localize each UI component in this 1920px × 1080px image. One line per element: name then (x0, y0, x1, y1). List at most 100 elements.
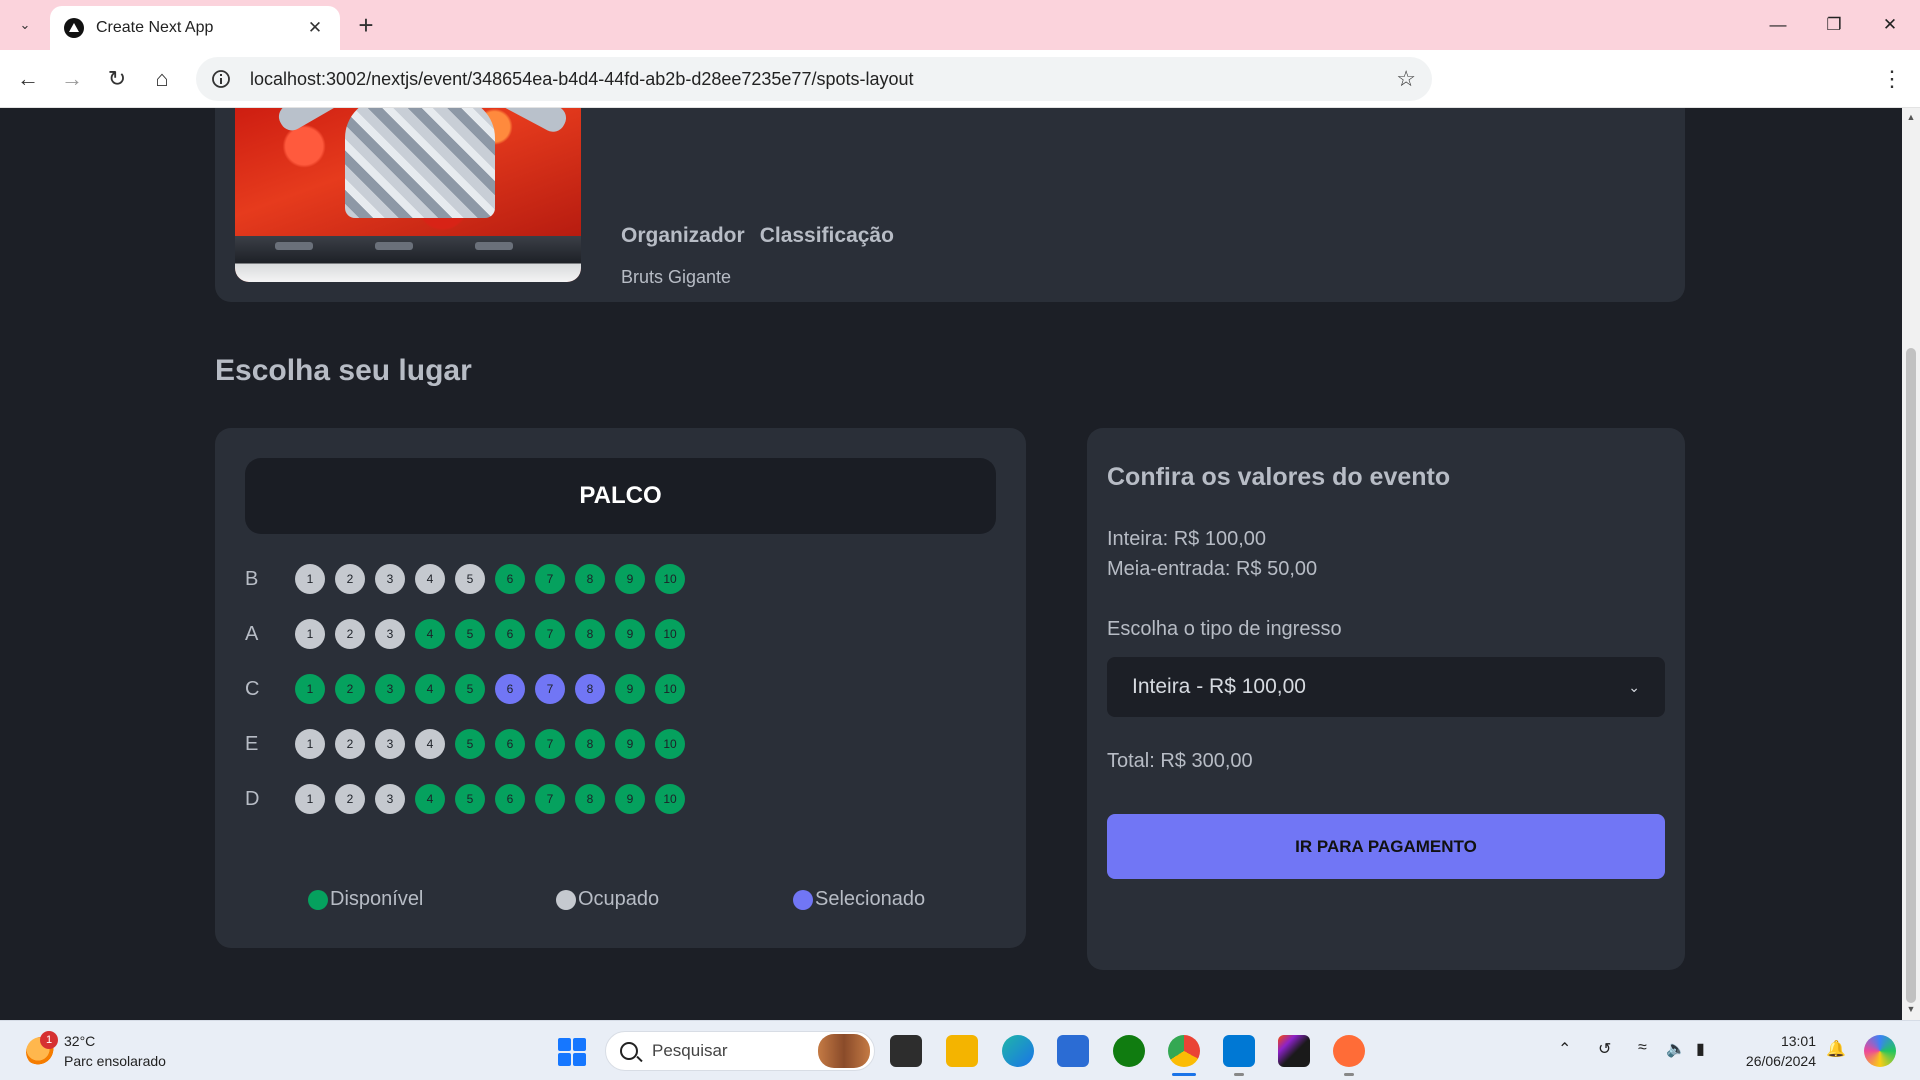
seat-occupied: 3 (375, 784, 405, 814)
seat-available[interactable]: 8 (575, 619, 605, 649)
address-bar[interactable]: localhost:3002/nextjs/event/348654ea-b4d… (196, 57, 1432, 101)
row-label: D (245, 787, 260, 810)
browser-tab[interactable]: Create Next App ✕ (50, 6, 340, 50)
seat-available[interactable]: 6 (495, 619, 525, 649)
seat-available[interactable]: 10 (655, 564, 685, 594)
postman-icon[interactable] (1333, 1035, 1365, 1067)
seat-occupied: 2 (335, 564, 365, 594)
wifi-icon[interactable]: ≈ (1638, 1039, 1647, 1057)
seat-available[interactable]: 4 (415, 619, 445, 649)
seat-occupied: 4 (415, 729, 445, 759)
xbox-icon[interactable] (1113, 1035, 1145, 1067)
minimize-button[interactable]: — (1750, 0, 1806, 50)
vscode-icon[interactable] (1223, 1035, 1255, 1067)
task-view-icon[interactable] (890, 1035, 922, 1067)
seat-map-card: PALCO B 1 2 3 4 5 6 7 8 9 10 A 1 2 3 4 5 6 7 8 9 10 C 1 2 3 4 5 6 7 8 9… (215, 428, 1026, 948)
bookmark-star-icon[interactable]: ☆ (1396, 66, 1416, 92)
clock[interactable]: 13:01 26/06/2024 (1738, 1031, 1816, 1071)
windows-start-icon[interactable] (558, 1038, 586, 1066)
seat-available[interactable]: 8 (575, 784, 605, 814)
vertical-scrollbar[interactable]: ▲ ▼ (1902, 108, 1920, 1020)
seat-available[interactable]: 7 (535, 729, 565, 759)
search-highlight-image (818, 1034, 870, 1068)
seat-available[interactable]: 9 (615, 564, 645, 594)
seat-available[interactable]: 4 (415, 784, 445, 814)
seat-occupied: 3 (375, 729, 405, 759)
intellij-icon[interactable] (1278, 1035, 1310, 1067)
new-tab-button[interactable]: + (350, 9, 382, 41)
browser-menu-button[interactable]: ⋮ (1876, 63, 1908, 95)
home-button[interactable]: ⌂ (146, 63, 178, 95)
seat-available[interactable]: 6 (495, 784, 525, 814)
seat-available[interactable]: 7 (535, 619, 565, 649)
forward-button[interactable]: → (56, 63, 88, 95)
seat-available[interactable]: 9 (615, 729, 645, 759)
close-window-button[interactable]: ✕ (1862, 0, 1918, 50)
seat-selected[interactable]: 6 (495, 674, 525, 704)
volume-icon[interactable]: 🔈 (1666, 1039, 1686, 1059)
seat-selected[interactable]: 8 (575, 674, 605, 704)
arrow-left-icon: ← (17, 66, 39, 91)
chrome-icon[interactable] (1168, 1035, 1200, 1067)
scroll-thumb[interactable] (1906, 348, 1916, 1003)
seat-available[interactable]: 5 (455, 784, 485, 814)
selected-dot-icon (793, 889, 813, 910)
seat-available[interactable]: 7 (535, 784, 565, 814)
seat-selected[interactable]: 7 (535, 674, 565, 704)
site-info-icon[interactable] (208, 66, 234, 92)
seat-available[interactable]: 10 (655, 619, 685, 649)
scroll-down-icon[interactable]: ▼ (1906, 1004, 1916, 1014)
seat-available[interactable]: 6 (495, 564, 525, 594)
seat-occupied: 4 (415, 564, 445, 594)
edge-icon[interactable] (1002, 1035, 1034, 1067)
seat-available[interactable]: 9 (615, 784, 645, 814)
seat-available[interactable]: 5 (455, 729, 485, 759)
seat-available[interactable]: 7 (535, 564, 565, 594)
seat-occupied: 5 (455, 564, 485, 594)
seat-available[interactable]: 3 (375, 674, 405, 704)
seat-available[interactable]: 8 (575, 729, 605, 759)
seat-row: C 1 2 3 4 5 6 7 8 9 10 (245, 674, 695, 704)
event-card: Organizador Classificação Bruts Gigante (215, 108, 1685, 302)
legend-available: Disponível (308, 888, 423, 911)
sync-icon[interactable]: ↺ (1598, 1039, 1611, 1059)
store-icon[interactable] (1057, 1035, 1089, 1067)
file-explorer-icon[interactable] (946, 1035, 978, 1067)
reload-icon: ↻ (107, 66, 127, 91)
close-tab-icon[interactable]: ✕ (304, 18, 326, 38)
seat-available[interactable]: 2 (335, 674, 365, 704)
time: 13:01 (1780, 1033, 1816, 1049)
seat-row: D 1 2 3 4 5 6 7 8 9 10 (245, 784, 695, 814)
go-to-payment-button[interactable]: IR PARA PAGAMENTO (1107, 814, 1665, 879)
restore-button[interactable]: ❐ (1806, 0, 1862, 50)
seat-available[interactable]: 9 (615, 674, 645, 704)
reload-button[interactable]: ↻ (101, 63, 133, 95)
organizer-name: Bruts Gigante (621, 267, 732, 287)
seat-available[interactable]: 9 (615, 619, 645, 649)
pricing-card: Confira os valores do evento Inteira: R$… (1087, 428, 1685, 970)
seat-available[interactable]: 10 (655, 784, 685, 814)
seat-available[interactable]: 5 (455, 674, 485, 704)
half-price: Meia-entrada: R$ 50,00 (1107, 558, 1318, 580)
url-text[interactable]: localhost:3002/nextjs/event/348654ea-b4d… (250, 69, 1396, 90)
tab-search-button[interactable]: ⌄ (9, 9, 41, 41)
legend-occupied: Ocupado (556, 888, 659, 911)
seat-available[interactable]: 6 (495, 729, 525, 759)
taskbar-search[interactable]: Pesquisar (605, 1031, 875, 1071)
seat-available[interactable]: 4 (415, 674, 445, 704)
ticket-type-select[interactable]: Inteira - R$ 100,00 ⌄ (1107, 657, 1665, 717)
seat-available[interactable]: 10 (655, 729, 685, 759)
nextjs-favicon-icon (64, 18, 84, 38)
seat-available[interactable]: 10 (655, 674, 685, 704)
seat-available[interactable]: 8 (575, 564, 605, 594)
seat-available[interactable]: 5 (455, 619, 485, 649)
notifications-bell-icon[interactable]: 🔔 (1826, 1039, 1846, 1059)
back-button[interactable]: ← (12, 63, 44, 95)
legend-available-label: Disponível (330, 888, 424, 910)
scroll-up-icon[interactable]: ▲ (1906, 112, 1916, 122)
battery-icon[interactable]: ▮ (1696, 1039, 1705, 1059)
occupied-dot-icon (556, 889, 576, 910)
copilot-icon[interactable] (1864, 1035, 1896, 1067)
show-hidden-icons-icon[interactable]: ⌃ (1558, 1039, 1571, 1059)
seat-available[interactable]: 1 (295, 674, 325, 704)
